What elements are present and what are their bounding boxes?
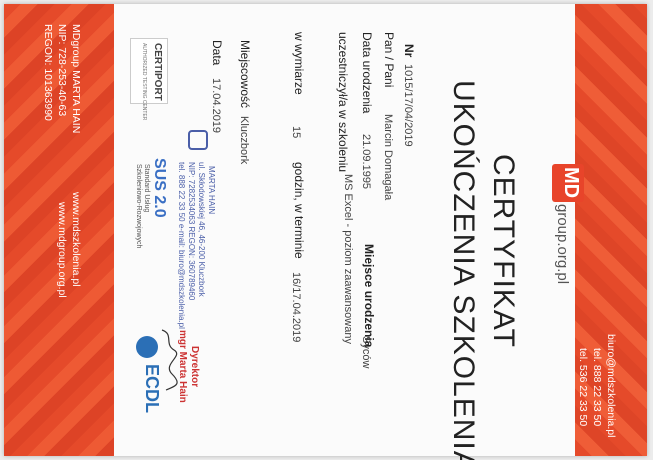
phone-2: tel. 536 22 33 50	[577, 348, 589, 427]
certiport-logo: CERTIPORT AUTHORIZED TESTING CENTER	[130, 38, 168, 120]
stamp-logo-icon	[188, 130, 208, 150]
website-link-2[interactable]: www.mdgroup.org.pl	[55, 202, 68, 298]
dob-label: Data urodzenia	[360, 32, 374, 114]
sus-logo: SUS 2.0 Standard Usług Szkoleniowo-Rozwo…	[135, 158, 168, 249]
mdgroup-logo: MD	[552, 164, 584, 202]
place-label: Miejscowość	[238, 40, 252, 109]
company-name: MDgroup MARTA HAIN	[70, 24, 82, 134]
certificate-subtitle: UKOŃCZENIA SZKOLENIA	[447, 80, 480, 460]
company-regon: REGON: 101363990	[42, 24, 54, 121]
hours-suffix: godzin, w terminie	[292, 162, 306, 259]
ecdl-logo: ECDL	[130, 334, 164, 428]
nr-value: 1015/17/04/2019	[402, 64, 414, 147]
right-decorative-strip: biuro@mdszkolenia.pl tel. 888 22 33 50 t…	[575, 4, 647, 456]
logo-suffix: group.org.pl	[554, 204, 571, 285]
course-label: uczestniczył/a w szkoleniu	[336, 32, 350, 173]
ecdl-icon	[136, 336, 158, 358]
dob-value: 21.09.1995	[360, 134, 372, 190]
certificate-title: CERTYFIKAT	[487, 154, 520, 348]
name-label: Pan / Pani	[382, 32, 396, 88]
hours-label: w wymiarze	[292, 32, 306, 95]
company-stamp: MARTA HAIN ul. Skłodowskiej 46, 46-200 K…	[174, 130, 218, 329]
place-value: Kluczbork	[238, 116, 250, 165]
course-value: MS Excel - poziom zaawansowany	[342, 174, 354, 344]
hours-value: 15	[290, 126, 302, 139]
name-value: Marcin Domagała	[382, 114, 394, 201]
date-label: Data	[210, 40, 224, 66]
director-title: Dyrektor	[189, 346, 200, 388]
company-nip: NIP: 728-253-40-63	[56, 24, 68, 117]
nr-label: Nr	[402, 44, 416, 58]
pob-label: Miejsce urodzenia	[362, 244, 376, 348]
scan-background: MDgroup MARTA HAIN NIP: 728-253-40-63 RE…	[0, 0, 653, 460]
date-value: 17.04.2019	[210, 78, 222, 134]
website-link[interactable]: www.mdszkolenia.pl	[69, 192, 82, 287]
phone-1: tel. 888 22 33 50	[591, 348, 603, 427]
left-decorative-strip: MDgroup MARTA HAIN NIP: 728-253-40-63 RE…	[4, 4, 114, 456]
certificate-page: MDgroup MARTA HAIN NIP: 728-253-40-63 RE…	[4, 4, 647, 460]
pob-value: Syców	[360, 336, 372, 369]
term-value: 16/17.04.2019	[290, 272, 302, 343]
email-link[interactable]: biuro@mdszkolenia.pl	[604, 334, 617, 437]
